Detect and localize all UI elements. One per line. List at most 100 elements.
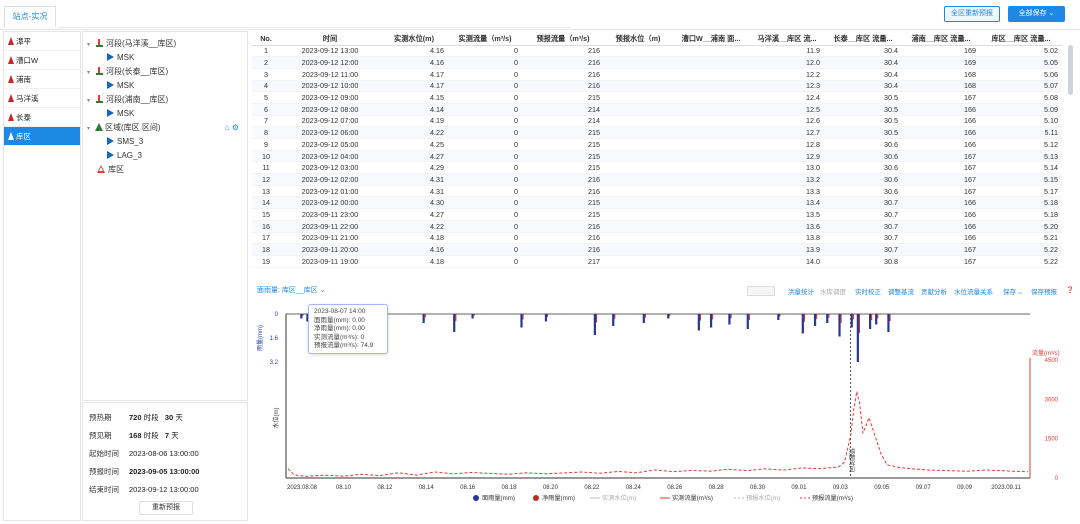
net-rain-bar: [871, 314, 873, 320]
table-cell: 12.7: [750, 126, 824, 139]
caret-down-icon[interactable]: ▾: [87, 96, 95, 107]
home-icon[interactable]: ⌂: [225, 123, 230, 132]
table-cell: 5.17: [980, 185, 1062, 198]
column-header[interactable]: 预报流量（m³/s): [522, 33, 604, 46]
tree-node-lag3[interactable]: LAG_3: [83, 150, 247, 161]
reforecast-button[interactable]: 重新预报: [139, 501, 193, 515]
column-header[interactable]: 漕口W__浦南 面...: [672, 33, 750, 46]
start-time-value[interactable]: 2023-08-06 13:00:00: [129, 445, 199, 463]
table-cell: 216: [522, 185, 604, 198]
tool-contribution[interactable]: 贡献分析: [921, 286, 947, 296]
table-cell: [604, 196, 672, 210]
station-item-punan[interactable]: 浦南: [4, 70, 80, 89]
table-cell: 4.31: [380, 185, 448, 198]
tree-node-river-mayangxi[interactable]: ▾ 河段(马洋溪__库区): [83, 38, 247, 49]
table-row[interactable]: 11 2023-09-12 03:00 4.29 0 215 13.0 30.6 167 5.1…: [252, 161, 1062, 175]
caret-down-icon[interactable]: ▾: [87, 40, 95, 51]
forecast-hours[interactable]: 168: [129, 431, 142, 440]
tree-node-sms3[interactable]: SMS_3: [83, 136, 247, 147]
station-item-changtai[interactable]: 长泰: [4, 108, 80, 127]
caret-down-icon[interactable]: ▾: [87, 68, 95, 79]
table-row[interactable]: 3 2023-09-12 11:00 4.17 0 216 12.2 30.4 168 5.06: [252, 68, 1062, 81]
column-header[interactable]: 预报水位（m): [604, 33, 672, 46]
refresh-all-button[interactable]: 全区重新预报: [944, 6, 1000, 22]
model-play-icon: [107, 151, 114, 159]
table-cell: 30.4: [824, 45, 902, 58]
save-all-button[interactable]: 全部保存 ⌄: [1008, 6, 1065, 22]
tree-node-msk-1[interactable]: MSK: [83, 52, 247, 63]
tree-node-reservoir[interactable]: 库区: [83, 164, 247, 175]
tree-node-area-kuqu[interactable]: ▾ 区域(库区 区间) ⌂ ⚙: [83, 122, 247, 133]
table-cell: 167: [902, 185, 980, 198]
table-cell: 215: [522, 208, 604, 221]
station-item-caokouw[interactable]: 漕口W: [4, 51, 80, 70]
table-cell: 215: [522, 126, 604, 139]
table-cell: [604, 243, 672, 256]
column-header[interactable]: 实测流量（m³/s): [448, 33, 522, 46]
table-row[interactable]: 17 2023-09-11 21:00 4.18 0 216 13.8 30.7 166 5.2…: [252, 232, 1062, 245]
table-cell: 5.22: [980, 255, 1062, 268]
forecast-flow-line: [287, 391, 1029, 477]
table-row[interactable]: 1 2023-09-12 13:00 4.16 0 216 11.9 30.4 169 5.02: [252, 45, 1062, 58]
rain-bar: [520, 314, 523, 328]
tool-reservoir[interactable]: 水库调度: [820, 286, 846, 296]
end-time-value[interactable]: 2023-09-12 13:00:00: [129, 481, 199, 499]
warmup-days[interactable]: 30: [165, 413, 173, 422]
table-row[interactable]: 10 2023-09-12 04:00 4.27 0 215 12.9 30.6 167 5.1…: [252, 150, 1062, 163]
tooltip-time: 2023-08-07 14:00: [314, 308, 366, 315]
column-header[interactable]: 库区__库区 流量...: [980, 33, 1062, 46]
table-row[interactable]: 9 2023-09-12 05:00 4.25 0 215 12.8 30.6 166 5.12: [252, 138, 1062, 151]
table-scrollbar[interactable]: [1068, 45, 1073, 95]
tool-baseflow[interactable]: 调整基流: [888, 286, 914, 296]
table-row[interactable]: 13 2023-09-12 01:00 4.31 0 216 13.3 30.6 167 5.1…: [252, 185, 1062, 198]
tab-station-live[interactable]: 站点-实况: [4, 6, 56, 28]
tool-correction[interactable]: 实时校正: [855, 286, 881, 296]
table-cell: [672, 185, 750, 198]
rain-selector[interactable]: 面雨量: 库区__库区 ⌄: [257, 285, 326, 295]
tool-rating-curve[interactable]: 水位流量关系: [954, 286, 993, 296]
gear-icon[interactable]: ⚙: [232, 123, 239, 132]
station-item-zhangping[interactable]: 漳平: [4, 32, 80, 51]
table-cell: 2023-09-12 10:00: [280, 80, 380, 93]
forecast-time-value[interactable]: 2023-09-05 13:00:00: [129, 463, 199, 481]
table-cell: [604, 80, 672, 93]
tree-node-river-punan[interactable]: ▾ 河段(浦南__库区): [83, 94, 247, 105]
table-row[interactable]: 16 2023-09-11 22:00 4.22 0 216 13.6 30.7 166 5.2…: [252, 220, 1062, 233]
tree-node-msk-2[interactable]: MSK: [83, 80, 247, 91]
tool-save[interactable]: 保存 ⌄: [1003, 286, 1023, 296]
forecast-days[interactable]: 7: [165, 431, 169, 440]
station-item-mayangxi[interactable]: 马洋溪: [4, 89, 80, 108]
station-label: 浦南: [16, 74, 31, 84]
tool-flood-stats[interactable]: 洪量统计: [788, 286, 814, 296]
table-cell: 15: [252, 208, 280, 221]
net-rain-bar: [522, 314, 524, 320]
table-row[interactable]: 8 2023-09-12 06:00 4.22 0 215 12.7 30.5 166 5.11: [252, 126, 1062, 139]
table-cell: [604, 255, 672, 268]
table-row[interactable]: 7 2023-09-12 07:00 4.19 0 214 12.6 30.5 166 5.10: [252, 115, 1062, 128]
table-row[interactable]: 5 2023-09-12 09:00 4.15 0 215 12.4 30.5 167 5.08: [252, 91, 1062, 104]
tool-save-forecast[interactable]: 保存预报: [1031, 286, 1057, 296]
table-row[interactable]: 18 2023-09-11 20:00 4.16 0 216 13.9 30.7 167 5.2…: [252, 243, 1062, 256]
tree-node-msk-3[interactable]: MSK: [83, 108, 247, 119]
table-cell: 0: [448, 220, 522, 233]
warmup-hours[interactable]: 720: [129, 413, 142, 422]
table-row[interactable]: 12 2023-09-12 02:00 4.31 0 216 13.2 30.6 167 5.1…: [252, 173, 1062, 186]
table-row[interactable]: 2 2023-09-12 12:00 4.16 0 216 12.0 30.4 169 5.05: [252, 56, 1062, 69]
table-row[interactable]: 19 2023-09-11 19:00 4.18 0 217 14.0 30.8 167 5.2…: [252, 255, 1062, 268]
station-item-kuqu[interactable]: 库区: [4, 127, 80, 146]
tree-node-river-changtai[interactable]: ▾ 河段(长泰__库区): [83, 66, 247, 77]
save-label: 保存: [1003, 289, 1016, 296]
column-header[interactable]: 马洋溪__库区 流...: [750, 33, 824, 46]
mode-select[interactable]: [747, 286, 775, 296]
column-header[interactable]: No.: [252, 33, 280, 46]
column-header[interactable]: 浦南__库区 流量...: [902, 33, 980, 46]
table-row[interactable]: 6 2023-09-12 08:00 4.14 0 214 12.5 30.5 166 5.09: [252, 103, 1062, 116]
table-row[interactable]: 15 2023-09-11 23:00 4.27 0 215 13.5 30.7 166 5.1…: [252, 208, 1062, 221]
help-icon[interactable]: ❓: [1066, 286, 1074, 294]
column-header[interactable]: 时间: [280, 33, 380, 46]
column-header[interactable]: 长泰__库区 流量...: [824, 33, 902, 46]
table-row[interactable]: 4 2023-09-12 10:00 4.17 0 216 12.3 30.4 168 5.07: [252, 80, 1062, 93]
table-row[interactable]: 14 2023-09-12 00:00 4.30 0 215 13.4 30.7 166 5.1…: [252, 196, 1062, 210]
column-header[interactable]: 实测水位(m): [380, 33, 448, 46]
caret-down-icon[interactable]: ▾: [87, 124, 95, 135]
